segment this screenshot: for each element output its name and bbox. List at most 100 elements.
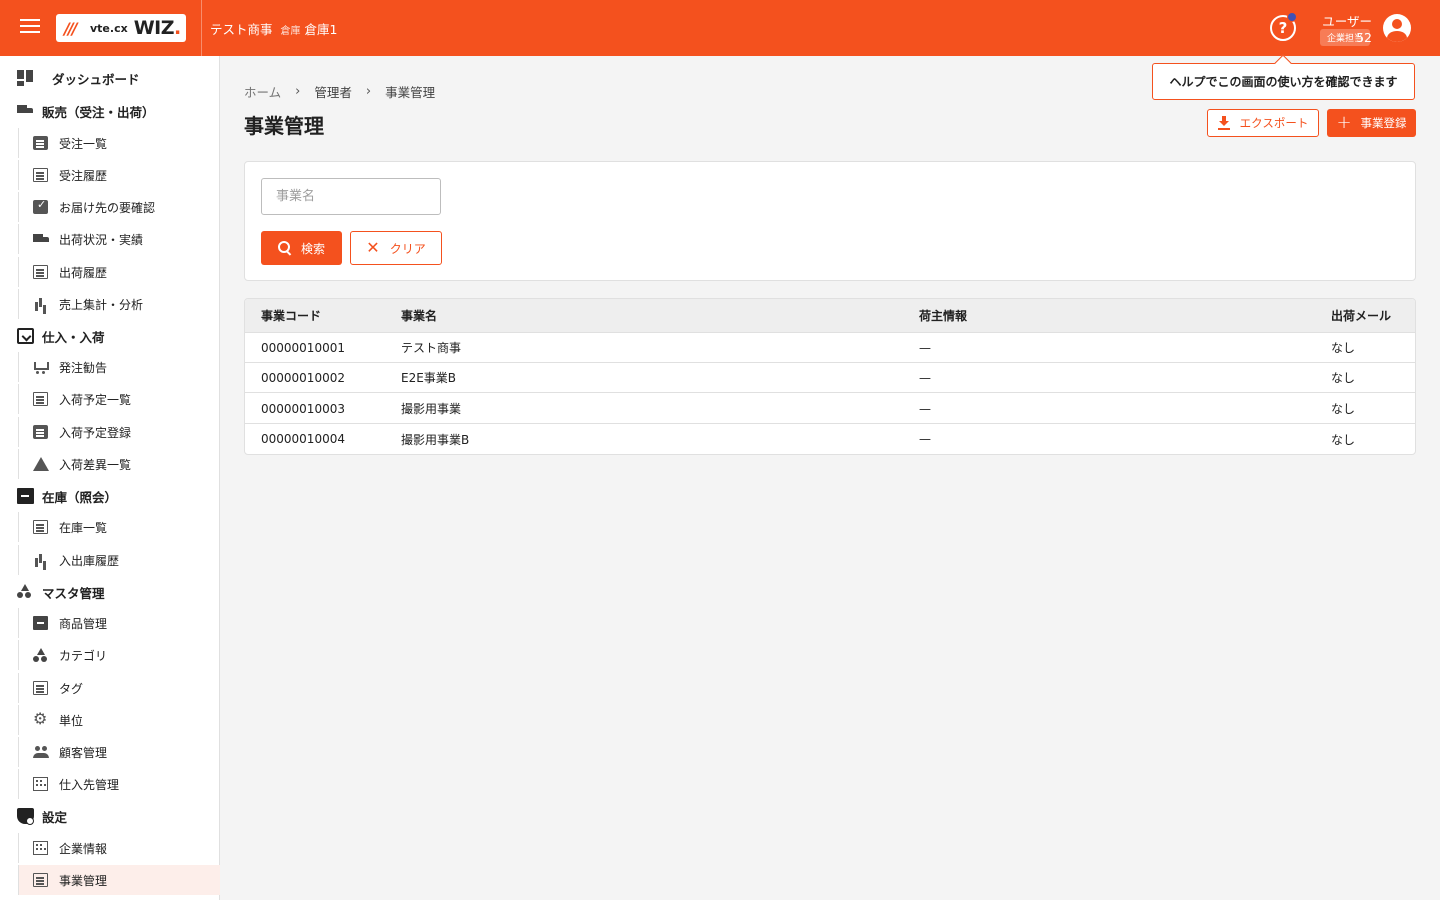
sidebar-item-sales-analysis[interactable]: 売上集計・分析 — [18, 289, 220, 319]
header-divider — [201, 0, 202, 56]
table-header: 事業コード 事業名 荷主情報 出荷メール — [245, 299, 1415, 333]
sidebar-section-stock[interactable]: 在庫（照会） — [0, 481, 220, 511]
sidebar-item-label: 入荷予定一覧 — [59, 392, 132, 407]
sidebar-item-label: お届け先の要確認 — [59, 200, 156, 215]
checklist-icon — [33, 198, 48, 214]
breadcrumb-current: 事業管理 — [385, 85, 436, 100]
sidebar-section-master[interactable]: マスタ管理 — [0, 577, 220, 607]
sidebar-item-suppliers[interactable]: 仕入先管理 — [18, 769, 220, 799]
list-icon — [33, 681, 48, 695]
cell-name: 撮影用事業 — [401, 402, 462, 416]
breadcrumb: ホーム › 管理者 › 事業管理 — [244, 82, 435, 101]
app-logo[interactable]: /// vte.cx WIZ. — [56, 14, 186, 42]
table-row[interactable]: 00000010001 テスト商事 — なし — [245, 333, 1415, 363]
sidebar-item-categories[interactable]: カテゴリ — [18, 640, 220, 670]
cell-shipper: — — [919, 370, 931, 385]
column-header-mail[interactable]: 出荷メール — [1331, 299, 1391, 332]
business-name-input[interactable] — [261, 178, 441, 215]
sidebar-item-label: 入出庫履歴 — [59, 553, 120, 568]
column-header-code[interactable]: 事業コード — [261, 299, 321, 332]
sidebar-item-label: 出荷履歴 — [59, 265, 108, 280]
sidebar-item-tags[interactable]: タグ — [18, 673, 220, 703]
cart-icon — [33, 360, 49, 374]
help-notification-dot — [1287, 12, 1297, 22]
sidebar-item-delivery-check[interactable]: お届け先の要確認 — [18, 192, 220, 222]
user-role-badge: 企業担当 — [1320, 29, 1371, 46]
app-header: /// vte.cx WIZ. テスト商事 倉庫 倉庫1 ? ユーザー52 企業… — [0, 0, 1440, 56]
sidebar-section-label: マスタ管理 — [42, 585, 105, 601]
cell-mail: なし — [1331, 341, 1356, 355]
column-header-name[interactable]: 事業名 — [401, 299, 437, 332]
sidebar-item-arrival-diff[interactable]: 入荷差異一覧 — [18, 449, 220, 479]
sidebar-item-label: 入荷予定登録 — [59, 425, 132, 440]
breadcrumb-home[interactable]: ホーム — [244, 82, 281, 101]
sidebar-item-label: ダッシュボード — [52, 71, 140, 87]
sidebar-item-label: 受注一覧 — [59, 136, 108, 151]
sidebar-item-label: 事業管理 — [59, 873, 108, 888]
sidebar-item-label: 顧客管理 — [59, 745, 108, 760]
sidebar-item-customers[interactable]: 顧客管理 — [18, 737, 220, 767]
building-icon — [33, 777, 48, 791]
list-icon — [33, 392, 48, 406]
sidebar-item-shipping-history[interactable]: 出荷履歴 — [18, 257, 220, 287]
cell-code: 00000010001 — [261, 340, 345, 355]
sidebar-item-orders[interactable]: 受注一覧 — [18, 128, 220, 158]
table-row[interactable]: 00000010002 E2E事業B — なし — [245, 363, 1415, 393]
breadcrumb-admin[interactable]: 管理者 — [314, 82, 352, 101]
sidebar-item-order-history[interactable]: 受注履歴 — [18, 160, 220, 190]
sidebar-item-stock-history[interactable]: 入出庫履歴 — [18, 545, 220, 575]
sidebar-item-arrival-register[interactable]: 入荷予定登録 — [18, 417, 220, 447]
sidebar: ダッシュボード 販売（受注・出荷） 受注一覧 受注履歴 お届け先の要確認 出荷状… — [0, 56, 220, 900]
main-content: ホーム › 管理者 › 事業管理 事業管理 エクスポート + 事業登録 検索 ✕… — [220, 56, 1440, 900]
chevron-right-icon: › — [295, 84, 301, 99]
cell-mail: なし — [1331, 371, 1356, 385]
shapes-icon — [33, 648, 48, 662]
table-row[interactable]: 00000010004 撮影用事業B — なし — [245, 424, 1415, 454]
sidebar-item-products[interactable]: 商品管理 — [18, 608, 220, 638]
sidebar-item-order-recommend[interactable]: 発注勧告 — [18, 352, 220, 382]
warning-icon — [33, 457, 49, 471]
sidebar-section-settings[interactable]: 設定 — [0, 801, 220, 831]
cell-code: 00000010002 — [261, 370, 345, 385]
company-warehouse-info: テスト商事 倉庫 倉庫1 — [210, 19, 337, 38]
logo-wiz-text: WIZ. — [133, 17, 182, 39]
sidebar-item-label: 入荷差異一覧 — [59, 457, 132, 472]
warehouse-name: 倉庫1 — [304, 22, 338, 37]
truck-icon — [17, 103, 34, 119]
company-name: テスト商事 — [210, 22, 273, 37]
table-row[interactable]: 00000010003 撮影用事業 — なし — [245, 394, 1415, 424]
export-button[interactable]: エクスポート — [1207, 109, 1319, 137]
sidebar-item-business-management[interactable]: 事業管理 — [18, 865, 220, 895]
column-header-shipper[interactable]: 荷主情報 — [919, 299, 967, 332]
sidebar-item-label: 受注履歴 — [59, 168, 108, 183]
sidebar-item-units[interactable]: 単位 — [18, 705, 220, 735]
search-button[interactable]: 検索 — [261, 231, 342, 265]
add-business-button[interactable]: + 事業登録 — [1327, 109, 1416, 137]
sidebar-item-company-info[interactable]: 企業情報 — [18, 833, 220, 863]
cell-name: E2E事業B — [401, 371, 457, 385]
account-icon[interactable] — [1383, 14, 1411, 42]
sidebar-section-label: 設定 — [42, 809, 68, 825]
sidebar-section-label: 仕入・入荷 — [42, 329, 105, 345]
warehouse-label: 倉庫 — [280, 26, 301, 37]
sidebar-item-dashboard[interactable]: ダッシュボード — [0, 63, 220, 93]
clear-button[interactable]: ✕ クリア — [350, 231, 442, 265]
logo-vte-text: vte.cx — [90, 21, 128, 35]
sidebar-item-shipping-status[interactable]: 出荷状況・実績 — [18, 224, 220, 254]
export-button-label: エクスポート — [1239, 116, 1309, 130]
sidebar-item-arrival-list[interactable]: 入荷予定一覧 — [18, 384, 220, 414]
bar-chart-icon — [33, 553, 48, 567]
sidebar-section-sales[interactable]: 販売（受注・出荷） — [0, 96, 220, 126]
sidebar-item-label: カテゴリ — [59, 648, 108, 663]
sidebar-item-label: タグ — [59, 681, 84, 696]
archive-icon — [33, 616, 48, 630]
admin-settings-icon — [17, 808, 34, 825]
menu-icon[interactable] — [20, 19, 40, 37]
sidebar-section-purchase[interactable]: 仕入・入荷 — [0, 321, 220, 351]
sidebar-item-stock-list[interactable]: 在庫一覧 — [18, 512, 220, 542]
cell-shipper: — — [919, 401, 931, 416]
sidebar-item-label: 出荷状況・実績 — [59, 232, 144, 247]
sidebar-section-label: 在庫（照会） — [42, 489, 118, 505]
sidebar-item-label: 売上集計・分析 — [59, 297, 144, 312]
search-icon — [277, 241, 292, 255]
